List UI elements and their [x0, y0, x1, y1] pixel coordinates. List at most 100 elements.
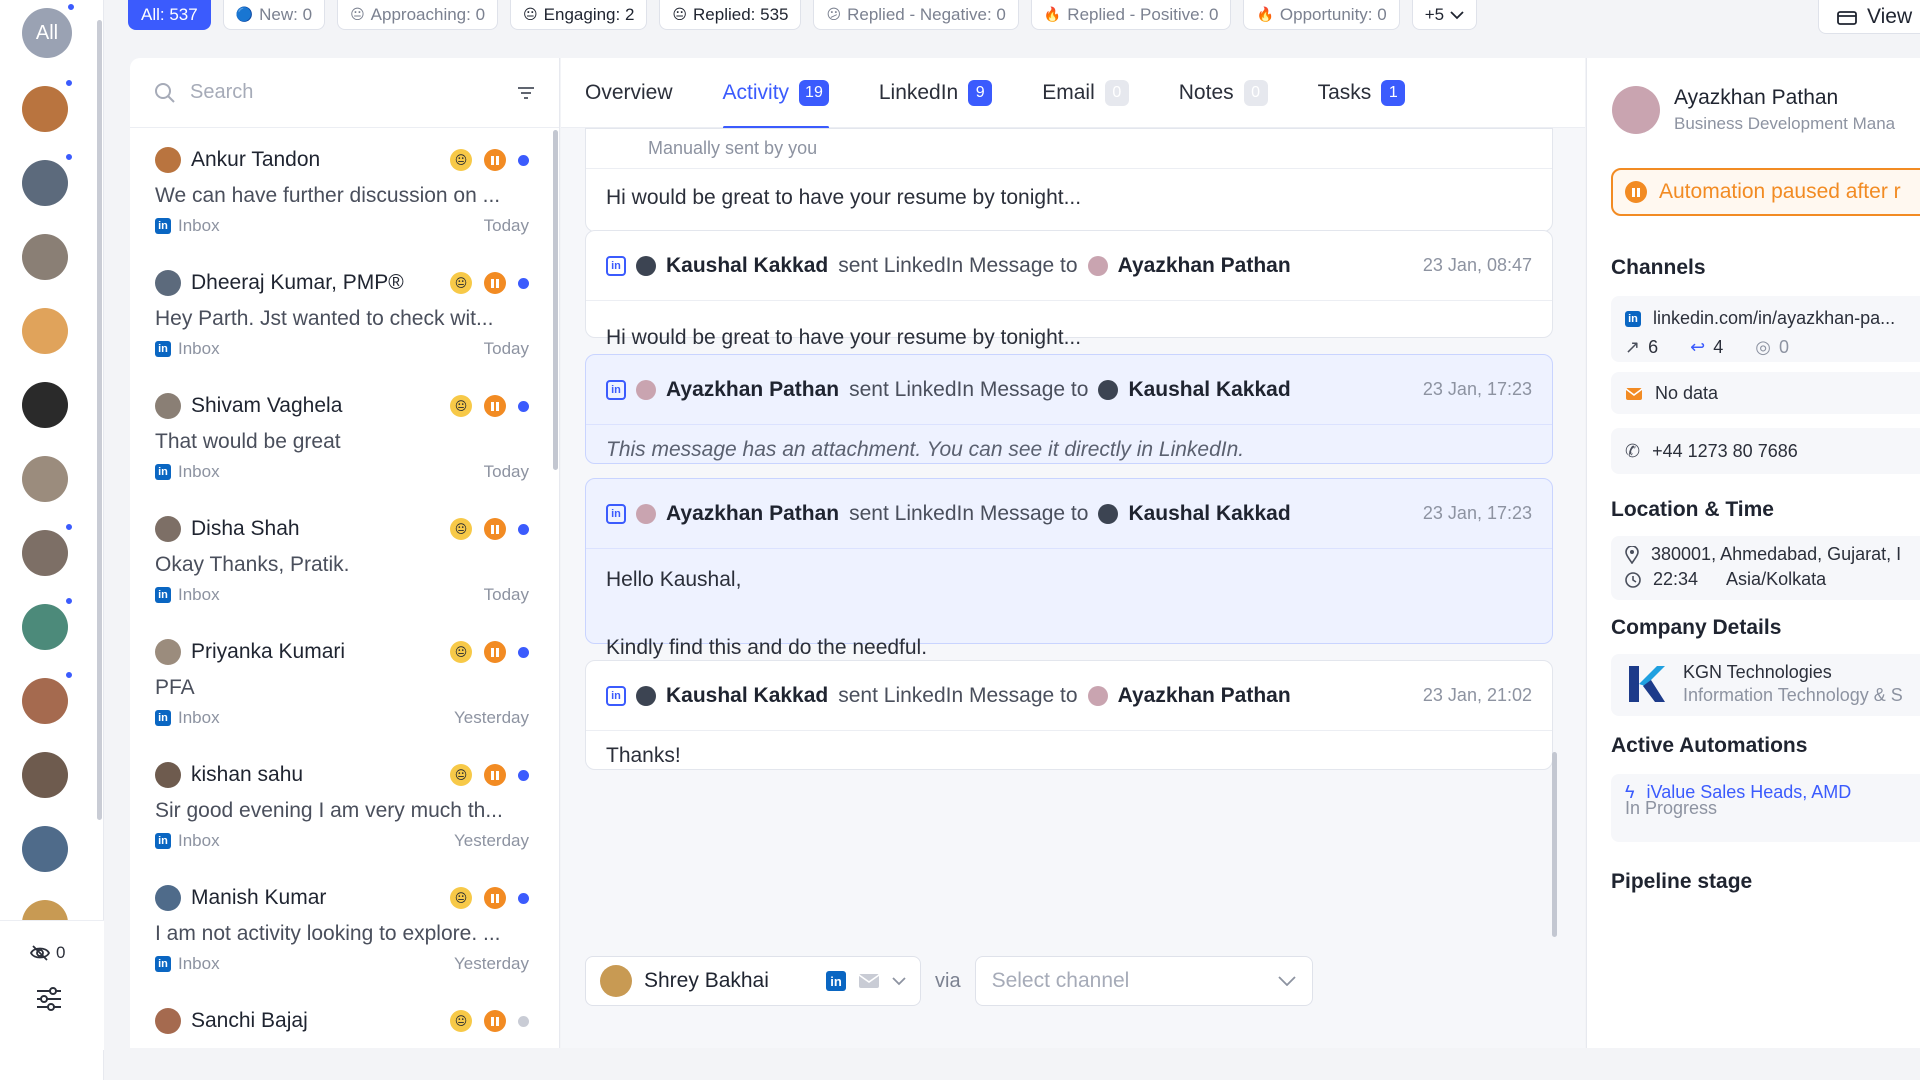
view-button[interactable]: View — [1818, 0, 1920, 34]
tab-notes[interactable]: Notes 0 — [1179, 58, 1268, 128]
pause-icon[interactable] — [484, 518, 506, 540]
sentiment-icon: 😐 — [450, 764, 472, 786]
tab-linkedin[interactable]: LinkedIn 9 — [879, 58, 993, 128]
message-card: in Ayazkhan Pathan sent LinkedIn Message… — [585, 354, 1553, 464]
filter-label: Replied: 535 — [693, 4, 789, 24]
filter-chip[interactable]: 😐 Engaging: 2 — [510, 0, 648, 30]
recipient-name[interactable]: Kaushal Kakkad — [1128, 502, 1290, 526]
status-emoji-icon: 😐 — [523, 6, 538, 22]
filter-chip[interactable]: All: 537 — [128, 0, 211, 30]
conversation-time: Yesterday — [454, 954, 529, 973]
message-preview: I am not activity looking to explore. ..… — [155, 922, 501, 945]
tab-activity[interactable]: Activity 19 — [722, 58, 830, 129]
rail-avatar[interactable] — [22, 308, 68, 354]
phone-channel-card[interactable]: ✆ +44 1273 80 7686 — [1611, 428, 1920, 474]
tab-email[interactable]: Email 0 — [1042, 58, 1129, 128]
eye-off-icon — [30, 945, 50, 961]
pause-icon[interactable] — [484, 149, 506, 171]
avatar — [1087, 685, 1108, 706]
filter-chip[interactable]: 🔵 New: 0 — [222, 0, 326, 30]
conversation-item[interactable]: Sanchi Bajaj 😐 — [130, 989, 559, 1048]
pause-icon[interactable] — [484, 887, 506, 909]
channel-select[interactable]: Select channel — [974, 956, 1313, 1006]
email-row: No data — [1625, 383, 1920, 404]
sliders-icon[interactable] — [36, 987, 62, 1011]
reply-icon: ↩ — [1690, 337, 1706, 357]
recipient-name[interactable]: Kaushal Kakkad — [1128, 378, 1290, 402]
sender-select[interactable]: Shrey Bakhai in — [585, 956, 921, 1006]
rail-avatar[interactable] — [22, 604, 68, 650]
rail-avatar[interactable] — [22, 678, 68, 724]
pause-icon[interactable] — [484, 272, 506, 294]
filter-icon[interactable] — [517, 86, 535, 100]
rail-avatar[interactable] — [22, 530, 68, 576]
unread-dot — [64, 522, 74, 532]
tab-tasks[interactable]: Tasks 1 — [1318, 58, 1406, 128]
conversation-status-icons: 😐 — [450, 149, 529, 171]
list-scrollbar[interactable] — [553, 130, 558, 470]
message-body: Hi would be great to have your resume by… — [606, 186, 1082, 209]
rail-avatar[interactable] — [22, 752, 68, 798]
rail-avatar[interactable] — [22, 826, 68, 872]
rail-all-button[interactable]: All — [22, 8, 72, 58]
filter-chip[interactable]: 😐 Approaching: 0 — [337, 0, 499, 30]
conversation-item[interactable]: Manish Kumar 😐 I am not activity looking t… — [130, 866, 559, 989]
company-heading: Company Details — [1611, 616, 1782, 639]
company-logo-icon — [1629, 666, 1665, 702]
pause-icon[interactable] — [484, 395, 506, 417]
rail-avatar[interactable] — [22, 234, 68, 280]
conversation-item[interactable]: kishan sahu 😐 Sir good evening I am very m… — [130, 743, 559, 866]
avatar — [155, 762, 181, 788]
tab-count-badge: 1 — [1381, 79, 1406, 106]
conversation-status-icons: 😐 — [450, 641, 529, 663]
profile-name[interactable]: Ayazkhan Pathan — [1674, 86, 1895, 110]
message-subtitle: Manually sent by you — [586, 129, 1552, 169]
pause-icon[interactable] — [484, 1010, 506, 1032]
rail-avatar[interactable] — [22, 160, 68, 206]
automations-heading: Active Automations — [1611, 734, 1808, 757]
sender-name[interactable]: Ayazkhan Pathan — [666, 378, 839, 402]
company-card[interactable]: KGN Technologies Information Technology … — [1611, 654, 1920, 716]
tab-label: Notes — [1178, 80, 1234, 104]
rail-avatar[interactable] — [22, 86, 68, 132]
filter-chip[interactable]: 🔥 Replied - Positive: 0 — [1030, 0, 1232, 30]
activity-scrollbar[interactable] — [1552, 752, 1557, 937]
phone-value[interactable]: +44 1273 80 7686 — [1652, 441, 1798, 462]
conversation-list-panel: Search Ankur Tandon 😐 We can have further … — [130, 58, 560, 1048]
sender-name[interactable]: Kaushal Kakkad — [666, 254, 828, 278]
pause-icon[interactable] — [484, 641, 506, 663]
sender-name[interactable]: Ayazkhan Pathan — [666, 502, 839, 526]
search-bar[interactable]: Search — [130, 58, 559, 128]
pause-icon[interactable] — [484, 764, 506, 786]
automation-paused-banner[interactable]: Automation paused after r — [1611, 168, 1920, 216]
sender-name[interactable]: Kaushal Kakkad — [666, 684, 828, 708]
conversation-item[interactable]: Priyanka Kumari 😐 PFA in Inbox Yesterday — [130, 620, 559, 743]
sentiment-icon: 😐 — [450, 518, 472, 540]
email-channel-card[interactable]: No data — [1611, 372, 1920, 414]
linkedin-channel-card[interactable]: in linkedin.com/in/ayazkhan-pa... ↗ 6 ↩ … — [1611, 296, 1920, 362]
status-emoji-icon: 😕 — [826, 6, 842, 22]
recipient-name[interactable]: Ayazkhan Pathan — [1118, 254, 1291, 278]
search-input[interactable]: Search — [190, 81, 503, 104]
conversation-item[interactable]: Shivam Vaghela 😐 That would be great in Inbo… — [130, 374, 559, 497]
sentiment-icon: 😐 — [450, 1010, 472, 1032]
rail-scrollbar[interactable] — [97, 20, 102, 820]
filter-chip[interactable]: 😐 Replied: 535 — [659, 0, 802, 30]
search-icon — [155, 82, 175, 103]
recipient-name[interactable]: Ayazkhan Pathan — [1118, 684, 1291, 708]
conversation-meta: in Inbox Today — [155, 585, 529, 605]
rail-avatar[interactable] — [22, 456, 68, 502]
contact-name: Priyanka Kumari — [191, 640, 346, 663]
conversation-item[interactable]: Ankur Tandon 😐 We can have further discuss… — [130, 128, 559, 251]
filter-chip[interactable]: +5 — [1411, 0, 1478, 30]
unread-dot — [66, 2, 76, 12]
rail-avatar[interactable] — [22, 382, 68, 428]
linkedin-url[interactable]: linkedin.com/in/ayazkhan-pa... — [1653, 308, 1895, 329]
hidden-contacts-toggle[interactable]: 0 — [30, 943, 65, 963]
filter-chip[interactable]: 😕 Replied - Negative: 0 — [813, 0, 1019, 30]
local-time: 22:34 — [1653, 569, 1699, 589]
conversation-item[interactable]: Disha Shah 😐 Okay Thanks, Pratik. in Inbox To… — [130, 497, 559, 620]
tab-overview[interactable]: Overview — [585, 58, 673, 128]
filter-chip[interactable]: 🔥 Opportunity: 0 — [1243, 0, 1400, 30]
conversation-item[interactable]: Dheeraj Kumar, PMP® 😐 Hey Parth. Jst wante… — [130, 251, 559, 374]
